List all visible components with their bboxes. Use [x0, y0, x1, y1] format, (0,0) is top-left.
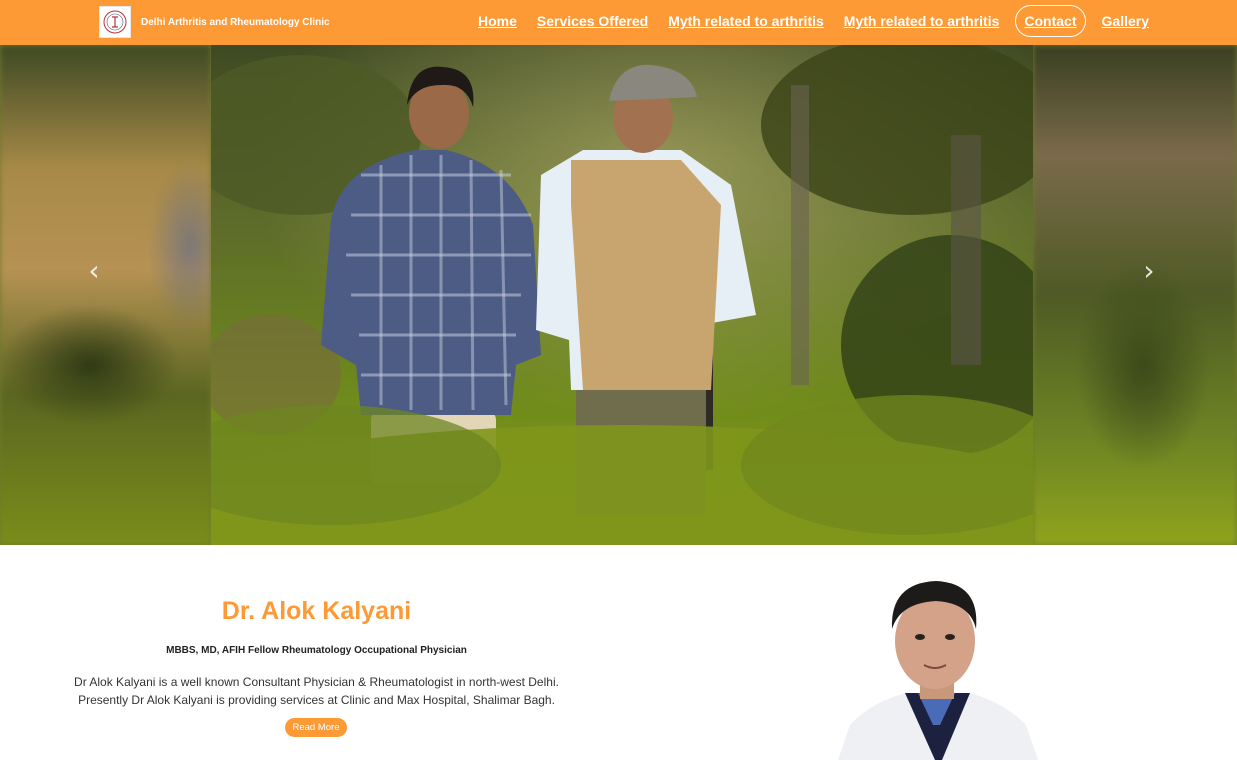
nav-gallery[interactable]: Gallery: [1092, 7, 1159, 35]
doctor-qualifications: MBBS, MD, AFIH Fellow Rheumatology Occup…: [166, 645, 467, 656]
doctor-portrait: [830, 575, 1045, 760]
nav-myth-arthritis-2[interactable]: Myth related to arthritis: [834, 7, 1010, 35]
doctor-bio: Dr Alok Kalyani is a well known Consulta…: [40, 673, 593, 709]
nav-myth-arthritis[interactable]: Myth related to arthritis: [658, 7, 834, 35]
read-more-button[interactable]: Read More: [285, 718, 347, 737]
nav-home[interactable]: Home: [468, 7, 527, 35]
nav-contact[interactable]: Contact: [1015, 5, 1086, 37]
nav-services-offered[interactable]: Services Offered: [527, 7, 658, 35]
top-navbar: Delhi Arthritis and Rheumatology Clinic …: [0, 0, 1237, 45]
main-nav: Home Services Offered Myth related to ar…: [468, 5, 1159, 37]
carousel-prev-preview: [0, 45, 211, 545]
carousel-slide-image: [211, 45, 1033, 545]
chevron-right-icon[interactable]: ›: [1134, 254, 1164, 287]
doctor-bio-line-2: Presently Dr Alok Kalyani is providing s…: [78, 693, 555, 707]
doctor-bio-line-1: Dr Alok Kalyani is a well known Consulta…: [74, 675, 559, 689]
hero-carousel: ‹ ›: [0, 45, 1237, 545]
doctor-intro-section: Dr. Alok Kalyani MBBS, MD, AFIH Fellow R…: [0, 545, 1237, 760]
brand-name: Delhi Arthritis and Rheumatology Clinic: [141, 16, 330, 28]
clinic-logo: [99, 6, 131, 38]
brand[interactable]: Delhi Arthritis and Rheumatology Clinic: [99, 6, 330, 38]
doctor-name: Dr. Alok Kalyani: [221, 597, 412, 625]
carousel-next-preview: [1033, 45, 1237, 545]
chevron-left-icon[interactable]: ‹: [79, 254, 109, 287]
